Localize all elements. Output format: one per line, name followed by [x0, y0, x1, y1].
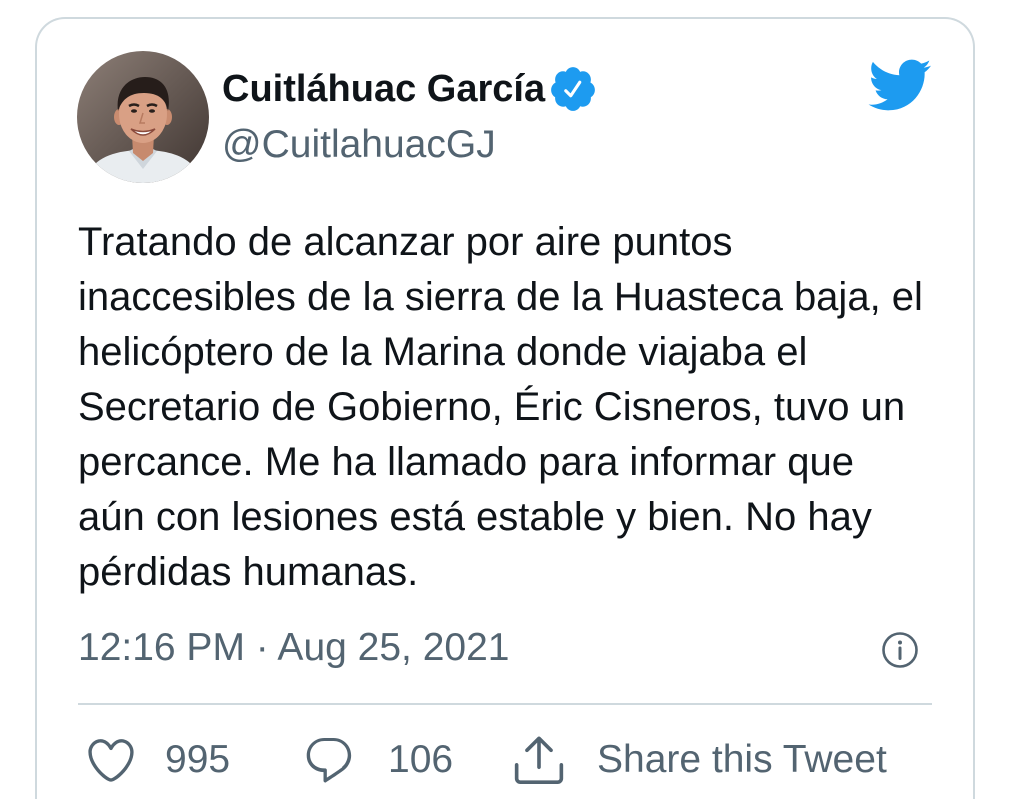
like-button[interactable]: 995: [84, 731, 230, 789]
verified-badge-icon: [548, 64, 598, 114]
verified-badge-shape: [551, 67, 595, 111]
tweet-text-line: Secretario de Gobierno, Éric Cisneros, t…: [78, 385, 906, 429]
share-icon[interactable]: [510, 731, 568, 789]
avatar-eye-right[interactable]: [149, 109, 155, 113]
tweet-text-line: inaccesibles de la sierra de la Huasteca…: [78, 275, 923, 319]
tweet-text-line: percance. Me ha llamado para informar qu…: [78, 440, 854, 484]
comment-icon-svg[interactable]: [302, 733, 356, 787]
twitter-bird-shape[interactable]: [868, 59, 932, 111]
twitter-bird-icon[interactable]: [866, 52, 932, 118]
info-icon-dot[interactable]: [898, 640, 902, 645]
share-arrow-shape[interactable]: [525, 736, 553, 770]
tweet-text: Tratando de alcanzar por aire puntos ina…: [78, 215, 923, 600]
heart-icon[interactable]: [84, 733, 138, 787]
comment-shape[interactable]: [306, 738, 352, 783]
tweet-card: Cuitláhuac García @CuitlahuacGJ Tratando…: [35, 17, 975, 799]
verified-badge-icon-svg: [551, 67, 595, 111]
reply-count[interactable]: 106: [388, 737, 453, 783]
tweet-text-line: pérdidas humanas.: [78, 550, 419, 594]
comment-icon[interactable]: [302, 733, 356, 787]
share-button[interactable]: Share this Tweet: [510, 731, 887, 789]
reply-button[interactable]: 106: [302, 731, 453, 789]
heart-icon-svg[interactable]: [84, 733, 138, 787]
avatar[interactable]: [77, 51, 209, 183]
twitter-bird-icon-svg[interactable]: [866, 52, 932, 118]
avatar-photo[interactable]: [77, 51, 209, 183]
author-handle[interactable]: @CuitlahuacGJ: [222, 123, 496, 167]
like-count[interactable]: 995: [165, 737, 230, 783]
tweet-timestamp[interactable]: 12:16 PM · Aug 25, 2021: [78, 625, 509, 671]
share-icon-svg[interactable]: [510, 731, 568, 789]
info-icon[interactable]: [881, 631, 919, 669]
share-label[interactable]: Share this Tweet: [597, 737, 887, 783]
author-name[interactable]: Cuitláhuac García: [222, 66, 545, 112]
info-icon-svg[interactable]: [881, 631, 919, 669]
tweet-text-line: helicóptero de la Marina donde viajaba e…: [78, 330, 808, 374]
tweet-text-line: aún con lesiones está estable y bien. No…: [78, 495, 872, 539]
heart-shape[interactable]: [88, 739, 134, 782]
avatar-eye-left[interactable]: [131, 109, 137, 113]
divider: [78, 703, 932, 705]
author-name-row[interactable]: Cuitláhuac García: [222, 64, 598, 114]
tweet-text-line: Tratando de alcanzar por aire puntos: [78, 220, 733, 264]
